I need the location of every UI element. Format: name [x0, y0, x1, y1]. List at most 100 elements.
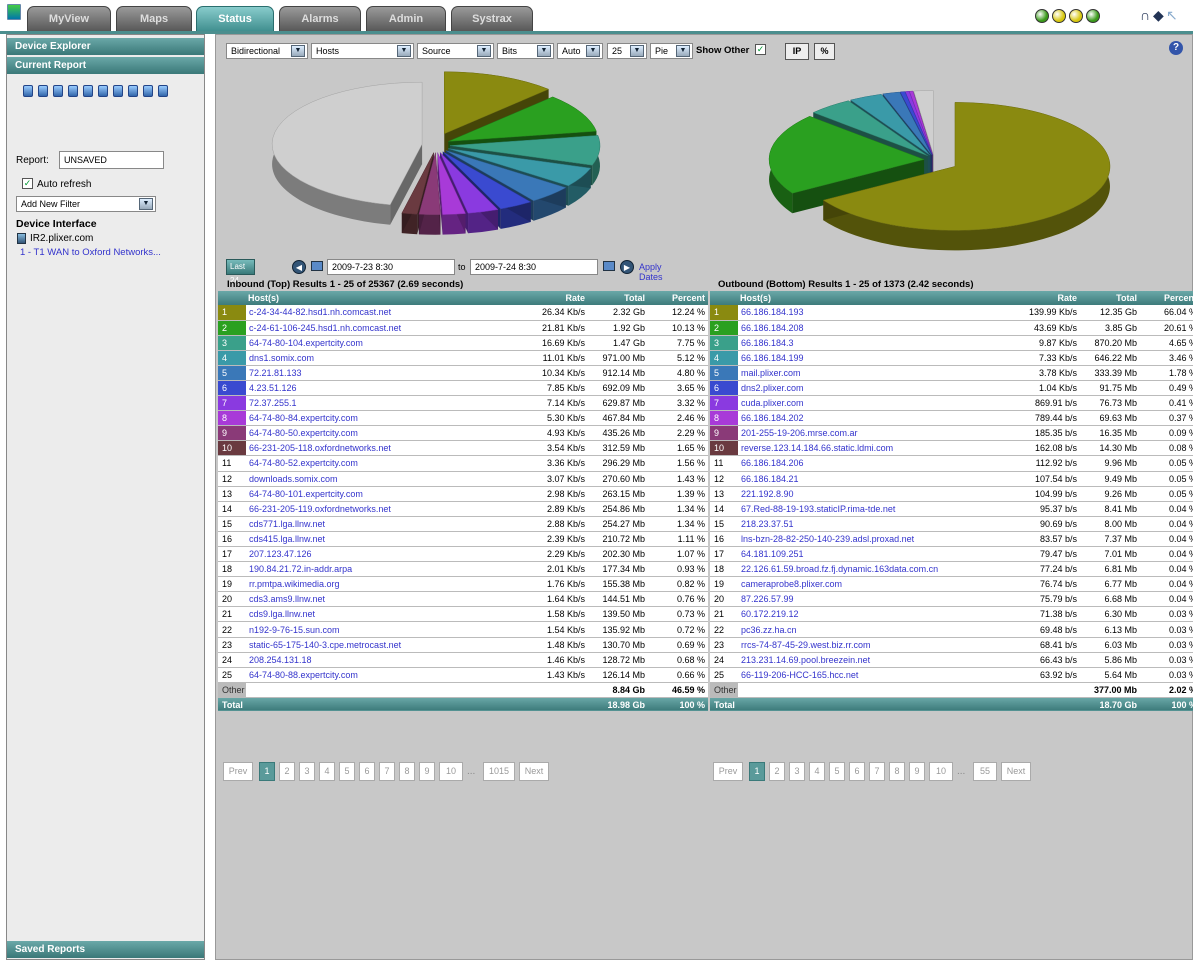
host-link[interactable]: 66.186.184.208	[738, 320, 1003, 336]
host-link[interactable]: 4.23.51.126	[246, 380, 511, 397]
table-row[interactable]: 15218.23.37.5190.69 b/s8.00 Mb0.04 %	[710, 516, 1193, 532]
table-row[interactable]: 4 dns1.somix.com 11.01 Kb/s 971.00 Mb 5.12 %	[218, 350, 708, 366]
table-row[interactable]: 23 static-65-175-140-3.cpe.metrocast.net 1…	[218, 637, 708, 653]
host-link[interactable]: 60.172.219.12	[738, 606, 1003, 623]
page-button[interactable]: 7	[869, 762, 885, 781]
page-button[interactable]: 2	[769, 762, 785, 781]
page-button[interactable]: 3	[789, 762, 805, 781]
host-link[interactable]: 64-74-80-104.expertcity.com	[246, 335, 511, 351]
table-row[interactable]: 9 64-74-80-50.expertcity.com 4.93 Kb/s 435.…	[218, 425, 708, 442]
calendar-icon-end[interactable]	[603, 261, 615, 271]
table-row[interactable]: 19 rr.pmtpa.wikimedia.org 1.76 Kb/s 155.38 …	[218, 576, 708, 593]
host-link[interactable]: 207.123.47.126	[246, 546, 511, 563]
print-icon[interactable]	[98, 85, 108, 97]
table-row[interactable]: 14 66-231-205-119.oxfordnetworks.net 2.89 …	[218, 501, 708, 517]
host-link[interactable]: rr.pmtpa.wikimedia.org	[246, 576, 511, 593]
tab-maps[interactable]: Maps	[116, 6, 192, 32]
device-explorer-header[interactable]: Device Explorer	[7, 38, 204, 55]
cursor-icon[interactable]: ↖	[1166, 7, 1178, 24]
table-row[interactable]: 5mail.plixer.com3.78 Kb/s333.39 Mb1.78 %	[710, 365, 1193, 381]
tab-status[interactable]: Status	[196, 6, 274, 33]
refresh-icon[interactable]	[68, 85, 78, 97]
table-row[interactable]: 10 66-231-205-118.oxfordnetworks.net 3.54 …	[218, 440, 708, 457]
host-link[interactable]: 72.21.81.133	[246, 365, 511, 381]
table-row[interactable]: 6dns2.plixer.com1.04 Kb/s91.75 Mb0.49 %	[710, 380, 1193, 397]
auto-refresh-checkbox[interactable]: ✓	[22, 178, 33, 189]
page-button[interactable]: 5	[829, 762, 845, 781]
host-link[interactable]: mail.plixer.com	[738, 365, 1003, 381]
table-row[interactable]: 6 4.23.51.126 7.85 Kb/s 692.09 Mb 3.65 %	[218, 380, 708, 397]
interface-link[interactable]: 1 - T1 WAN to Oxford Networks...	[20, 247, 161, 258]
show-other-checkbox[interactable]: ✓	[755, 44, 766, 55]
host-link[interactable]: rrcs-74-87-45-29.west.biz.rr.com	[738, 637, 1003, 653]
page-button[interactable]: 1015	[483, 762, 515, 781]
table-row[interactable]: 17 207.123.47.126 2.29 Kb/s 202.30 Mb 1.07 %	[218, 546, 708, 563]
table-row[interactable]: 1 c-24-34-44-82.hsd1.nh.comcast.net 26.34 …	[218, 305, 708, 321]
page-button[interactable]: 8	[889, 762, 905, 781]
host-link[interactable]: 66-231-205-118.oxfordnetworks.net	[246, 440, 511, 457]
host-link[interactable]: dns2.plixer.com	[738, 380, 1003, 397]
table-row[interactable]: 13221.192.8.90104.99 b/s9.26 Mb0.05 %	[710, 486, 1193, 502]
table-row[interactable]: 25 64-74-80-88.expertcity.com 1.43 Kb/s 126…	[218, 667, 708, 683]
page-button[interactable]: 10	[439, 762, 463, 781]
host-link[interactable]: 64-74-80-84.expertcity.com	[246, 410, 511, 427]
page-button[interactable]: 9	[909, 762, 925, 781]
host-link[interactable]: cameraprobe8.plixer.com	[738, 576, 1003, 593]
table-row[interactable]: 16 lns-bzn-28-82-250-140-239.adsl.proxad.…	[710, 531, 1193, 548]
table-row[interactable]: 2 c-24-61-106-245.hsd1.nh.comcast.net 21.8…	[218, 320, 708, 336]
next-button[interactable]: Next	[519, 762, 549, 781]
type-select[interactable]: Hosts ▼	[311, 43, 414, 59]
page-button[interactable]: 6	[849, 762, 865, 781]
host-link[interactable]: cds3.ams9.llnw.net	[246, 591, 511, 608]
table-row[interactable]: 1764.181.109.25179.47 b/s7.01 Mb0.04 %	[710, 546, 1193, 563]
host-link[interactable]: 66-119-206-HCC-165.hcc.net	[738, 667, 1003, 683]
host-link[interactable]: 66-231-205-119.oxfordnetworks.net	[246, 501, 511, 517]
percent-column-header[interactable]: Percent	[648, 291, 708, 305]
host-link[interactable]: 72.37.255.1	[246, 395, 511, 412]
page-button[interactable]: 1	[259, 762, 275, 781]
table-row[interactable]: 23 rrcs-74-87-45-29.west.biz.rr.com 68.41 …	[710, 637, 1193, 653]
host-link[interactable]: 221.192.8.90	[738, 486, 1003, 502]
report-name-input[interactable]: UNSAVED	[59, 151, 164, 169]
page-button[interactable]: 10	[929, 762, 953, 781]
table-row[interactable]: 15 cds771.lga.llnw.net 2.88 Kb/s 254.27 Mb 1…	[218, 516, 708, 532]
export-icon[interactable]	[128, 85, 138, 97]
page-button[interactable]: 2	[279, 762, 295, 781]
percent-button[interactable]: %	[814, 43, 835, 60]
host-link[interactable]: 66.186.184.206	[738, 455, 1003, 472]
help-icon[interactable]: ?	[1169, 41, 1183, 55]
host-link[interactable]: 66.186.184.199	[738, 350, 1003, 366]
add-filter-select[interactable]: Add New Filter ▼	[16, 196, 156, 212]
prev-period-icon[interactable]: ◀	[292, 260, 306, 274]
host-link[interactable]: c-24-61-106-245.hsd1.nh.comcast.net	[246, 320, 511, 336]
host-column-header[interactable]: Host(s)	[218, 291, 511, 305]
host-link[interactable]: 64-74-80-101.expertcity.com	[246, 486, 511, 502]
calendar-icon[interactable]	[311, 261, 323, 271]
host-link[interactable]: cds415.lga.llnw.net	[246, 531, 511, 548]
unit-select[interactable]: Bits ▼	[497, 43, 554, 59]
table-row[interactable]: 1166.186.184.206112.92 b/s9.96 Mb0.05 %	[710, 455, 1193, 472]
host-link[interactable]: 67.Red-88-19-193.staticIP.rima-tde.net	[738, 501, 1003, 517]
table-row[interactable]: 2087.226.57.9975.79 b/s6.68 Mb0.04 %	[710, 591, 1193, 608]
host-link[interactable]: 66.186.184.193	[738, 305, 1003, 321]
table-row[interactable]: 866.186.184.202789.44 b/s69.63 Mb0.37 %	[710, 410, 1193, 427]
table-row[interactable]: 7cuda.plixer.com869.91 b/s76.73 Mb0.41 %	[710, 395, 1193, 412]
tab-systrax[interactable]: Systrax	[451, 6, 533, 32]
host-link[interactable]: 66.186.184.202	[738, 410, 1003, 427]
table-row[interactable]: 25 66-119-206-HCC-165.hcc.net 63.92 b/s 5.6…	[710, 667, 1193, 683]
table-row[interactable]: 7 72.37.255.1 7.14 Kb/s 629.87 Mb 3.32 %	[218, 395, 708, 412]
host-link[interactable]: cds9.lga.llnw.net	[246, 606, 511, 623]
table-row[interactable]: 20 cds3.ams9.llnw.net 1.64 Kb/s 144.51 Mb 0.…	[218, 591, 708, 608]
save-as-icon[interactable]	[53, 85, 63, 97]
apply-dates-link[interactable]: Apply Dates	[639, 262, 663, 282]
table-row[interactable]: 18 190.84.21.72.in-addr.arpa 2.01 Kb/s 177.…	[218, 561, 708, 578]
page-button[interactable]: 6	[359, 762, 375, 781]
table-row[interactable]: 12 downloads.somix.com 3.07 Kb/s 270.60 Mb 1…	[218, 471, 708, 487]
total-column-header[interactable]: Total	[588, 291, 648, 305]
host-link[interactable]: 66.186.184.21	[738, 471, 1003, 487]
host-link[interactable]: 64.181.109.251	[738, 546, 1003, 563]
host-column-header[interactable]: Host(s)	[710, 291, 1003, 305]
table-row[interactable]: 22pc36.zz.ha.cn69.48 b/s6.13 Mb0.03 %	[710, 621, 1193, 638]
table-row[interactable]: 18 22.126.61.59.broad.fz.fj.dynamic.163da…	[710, 561, 1193, 578]
table-row[interactable]: 24 208.254.131.18 1.46 Kb/s 128.72 Mb 0.68 %	[218, 652, 708, 668]
